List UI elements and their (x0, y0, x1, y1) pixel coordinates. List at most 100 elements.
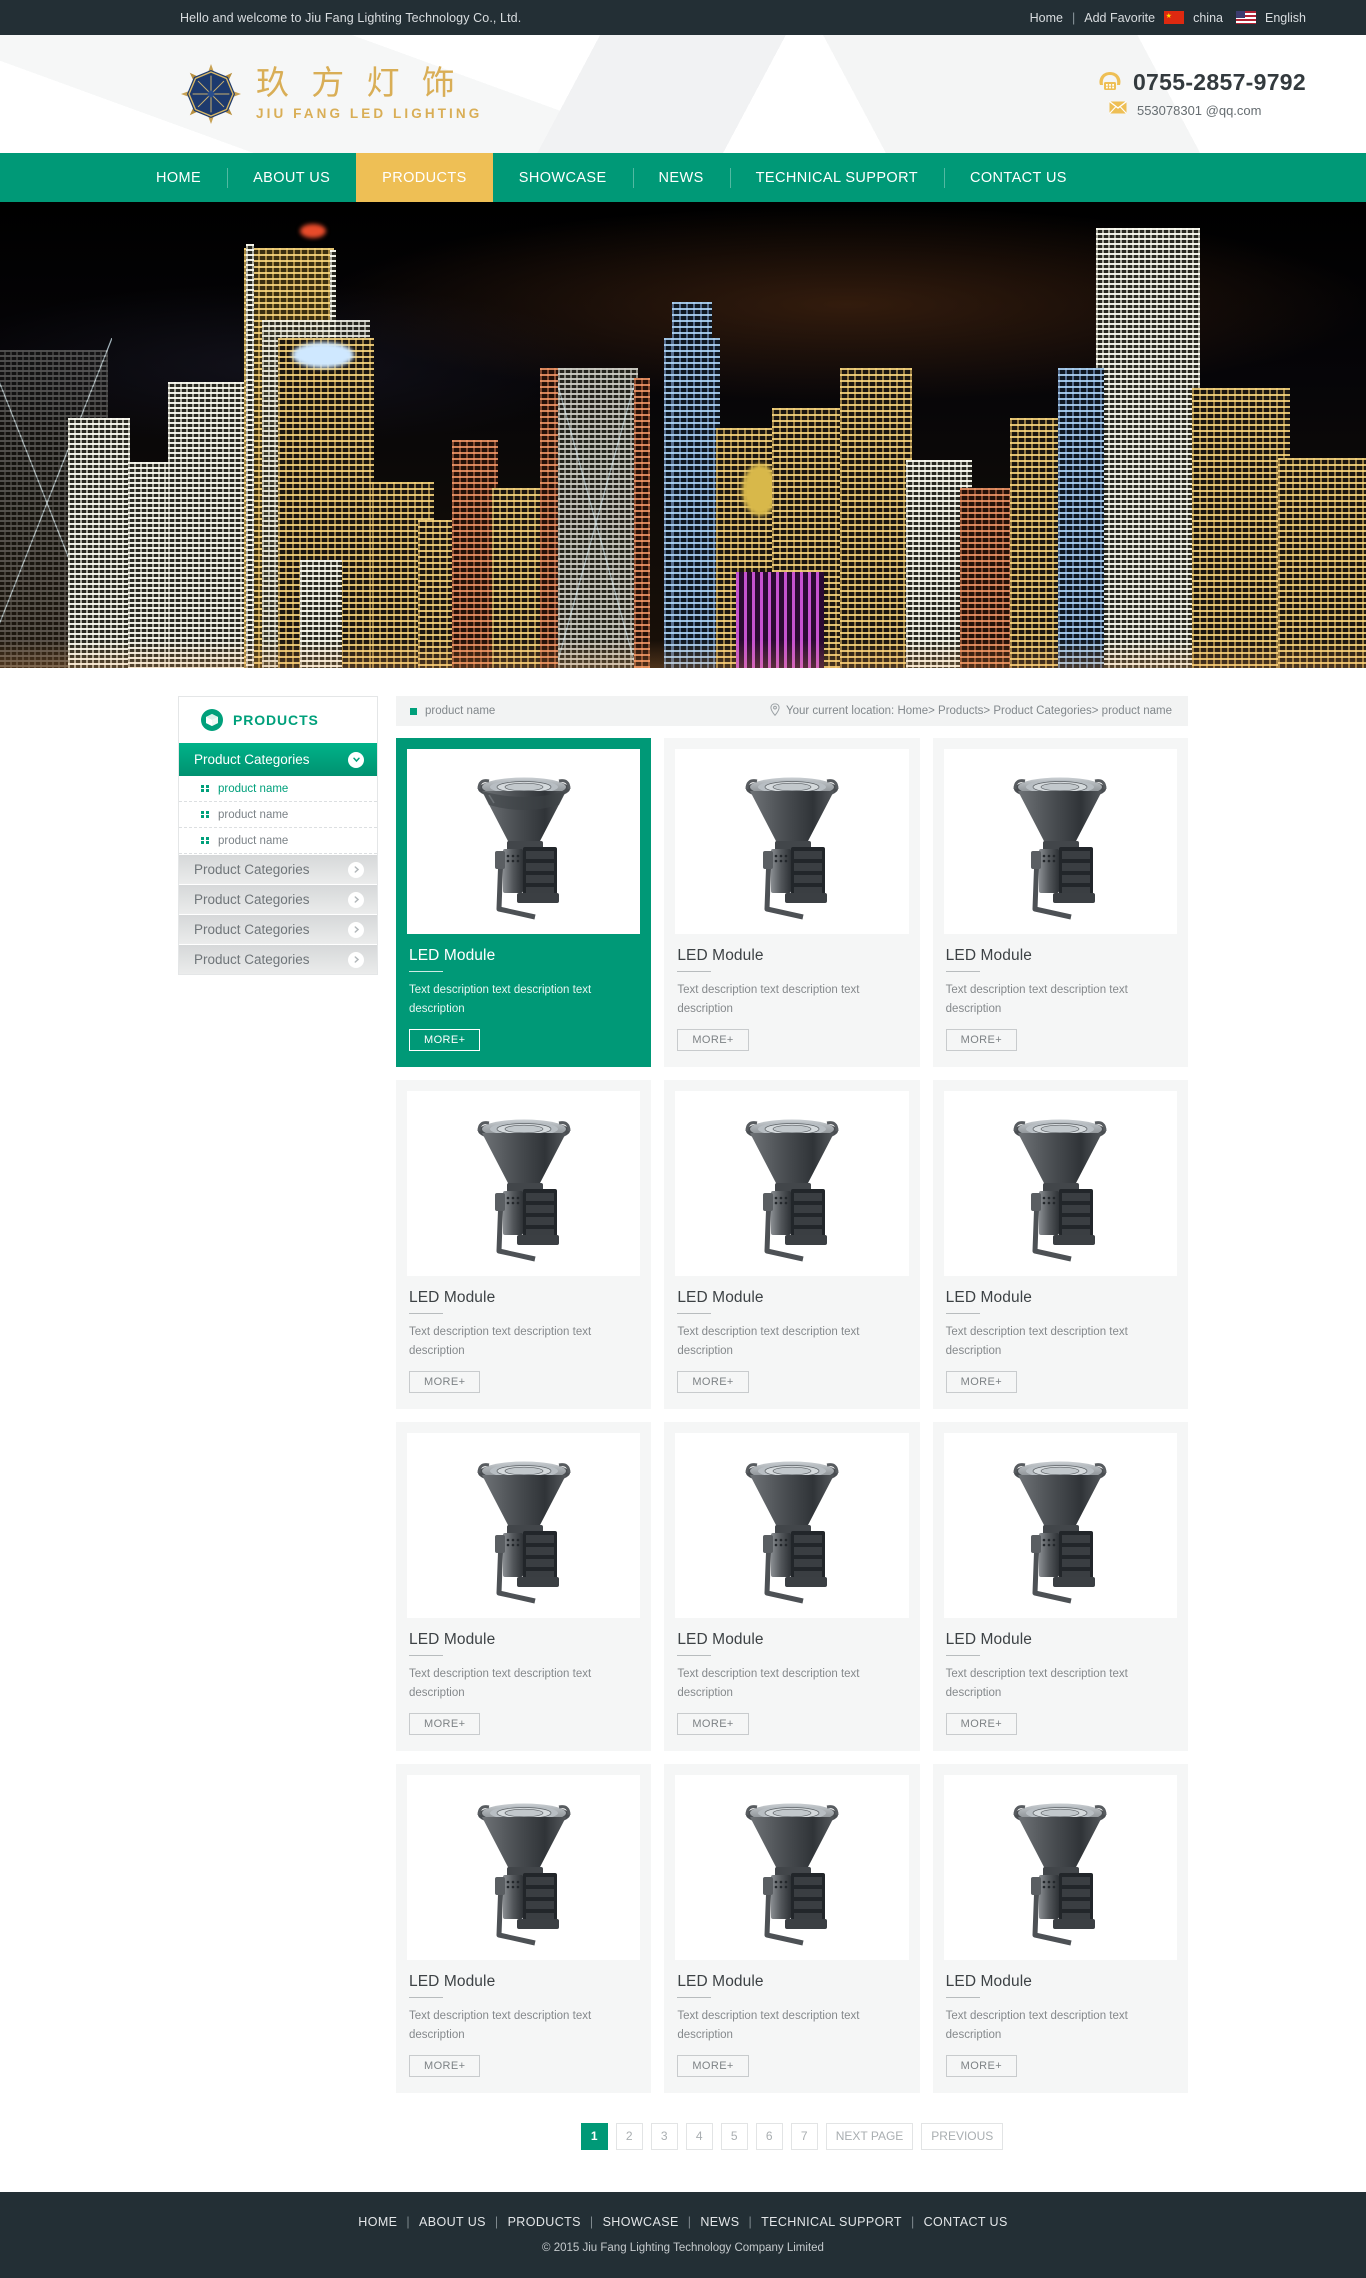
page-body: PRODUCTS Product Categories product name… (0, 668, 1366, 2192)
nav-item-about-us[interactable]: ABOUT US (227, 153, 356, 202)
product-card[interactable]: LED Module Text description text descrip… (664, 1763, 920, 2093)
logo-star-icon (180, 63, 242, 125)
sidebar-active-category-label: Product Categories (194, 752, 310, 767)
product-card[interactable]: LED Module Text description text descrip… (932, 738, 1188, 1067)
sidebar-category-label: Product Categories (194, 862, 310, 877)
usa-flag-icon[interactable] (1236, 11, 1256, 24)
more-button[interactable]: MORE+ (409, 1028, 481, 1051)
banner-foreground-glow (0, 640, 1366, 668)
nav-item-contact-us[interactable]: CONTACT US (943, 153, 1093, 202)
page-button-5[interactable]: 5 (720, 2122, 748, 2150)
more-button[interactable]: MORE+ (677, 1028, 749, 1051)
page-button-1[interactable]: 1 (580, 2122, 608, 2150)
page-button-6[interactable]: 6 (755, 2122, 783, 2150)
product-card[interactable]: LED Module Text description text descrip… (396, 1079, 652, 1409)
product-title: LED Module (677, 1630, 764, 1648)
product-image (675, 1090, 909, 1276)
banner-building (672, 302, 712, 668)
square-marker-icon (410, 707, 417, 715)
product-description: Text description text description text d… (409, 1667, 592, 1699)
breadcrumb-page-label: product name (425, 705, 496, 717)
product-image (407, 1432, 641, 1618)
product-card[interactable]: LED Module Text description text descrip… (664, 1421, 920, 1751)
pagination: 1 2 3 4 5 6 7 NEXT PAGE PREVIOUS (396, 2122, 1188, 2150)
nav-item-technical-support[interactable]: TECHNICAL SUPPORT (729, 153, 944, 202)
more-button[interactable]: MORE+ (945, 1370, 1018, 1393)
sidebar-category-3[interactable]: Product Categories (179, 915, 377, 944)
more-button[interactable]: MORE+ (677, 2054, 749, 2077)
page-button-7[interactable]: 7 (790, 2122, 818, 2150)
chevron-right-icon (348, 921, 364, 938)
more-button[interactable]: MORE+ (409, 1712, 481, 1735)
footer-link-showcase[interactable]: SHOWCASE (594, 2215, 688, 2229)
product-description: Text description text description text d… (409, 984, 592, 1015)
footer-link-about-us[interactable]: ABOUT US (410, 2215, 495, 2229)
sidebar-subitem-product-name-2[interactable]: product name (179, 802, 377, 828)
footer-link-contact-us[interactable]: CONTACT US (915, 2215, 1017, 2229)
more-button[interactable]: MORE+ (409, 1370, 481, 1393)
nav-item-news[interactable]: NEWS (632, 153, 730, 202)
product-description: Text description text description text d… (677, 1667, 860, 1699)
products-content: product name Your current location: Home… (396, 696, 1188, 2150)
product-description: Text description text description text d… (409, 1325, 592, 1357)
led-floodlight-illustration (477, 1119, 571, 1262)
product-card[interactable]: LED Module Text description text descrip… (664, 738, 920, 1067)
product-card[interactable]: LED Module Text description text descrip… (396, 1763, 652, 2093)
title-underline (409, 1654, 443, 1656)
product-image (943, 749, 1177, 934)
sidebar-active-category[interactable]: Product Categories (179, 743, 377, 776)
title-underline (677, 1312, 712, 1314)
lang-english-link[interactable]: English (1265, 11, 1306, 25)
sidebar-subitem-product-name-1[interactable]: product name (179, 776, 377, 802)
product-description: Text description text description text d… (945, 2009, 1128, 2041)
chevron-right-icon (348, 951, 364, 968)
product-title: LED Module (409, 947, 496, 964)
product-card[interactable]: LED Module Text description text descrip… (932, 1763, 1188, 2093)
more-button[interactable]: MORE+ (677, 1712, 749, 1735)
more-button[interactable]: MORE+ (945, 1712, 1018, 1735)
page-button-4[interactable]: 4 (685, 2122, 713, 2150)
sidebar-subitem-label: product name (218, 782, 289, 795)
more-button[interactable]: MORE+ (409, 2054, 481, 2077)
sidebar-subitem-product-name-3[interactable]: product name (179, 828, 377, 854)
led-floodlight-illustration (1013, 1803, 1107, 1946)
previous-page-button[interactable]: PREVIOUS (921, 2122, 1004, 2150)
sidebar-category-1[interactable]: Product Categories (179, 855, 377, 884)
product-card[interactable]: LED Module Text description text descrip… (932, 1079, 1188, 1409)
sidebar-category-2[interactable]: Product Categories (179, 885, 377, 914)
add-favorite-link[interactable]: Add Favorite (1084, 11, 1155, 25)
home-link[interactable]: Home (1030, 11, 1063, 25)
product-card[interactable]: LED Module Text description text descrip… (396, 738, 652, 1067)
product-title: LED Module (945, 1288, 1032, 1306)
footer-link-products[interactable]: PRODUCTS (499, 2215, 590, 2229)
china-flag-icon[interactable] (1164, 10, 1185, 24)
footer-link-home[interactable]: HOME (349, 2215, 406, 2229)
page-button-3[interactable]: 3 (650, 2122, 678, 2150)
site-logo[interactable]: 玖 方 灯 饰 JIU FANG LED LIGHTING (180, 63, 482, 125)
product-card[interactable]: LED Module Text description text descrip… (932, 1421, 1188, 1751)
led-floodlight-illustration (745, 777, 839, 920)
sidebar-subitem-label: product name (218, 834, 289, 847)
footer-link-technical-support[interactable]: TECHNICAL SUPPORT (752, 2215, 911, 2229)
more-button[interactable]: MORE+ (677, 1370, 749, 1393)
next-page-button[interactable]: NEXT PAGE (825, 2122, 914, 2150)
nav-item-showcase[interactable]: SHOWCASE (493, 153, 633, 202)
product-card[interactable]: LED Module Text description text descrip… (664, 1079, 920, 1409)
sidebar-subitem-label: product name (218, 808, 289, 821)
title-underline (677, 971, 712, 972)
header-contact-info: 0755-2857-9792 553078301 @qq.com (1097, 69, 1306, 119)
footer-link-news[interactable]: NEWS (691, 2215, 748, 2229)
more-button[interactable]: MORE+ (945, 1028, 1018, 1051)
nav-item-home[interactable]: HOME (130, 153, 227, 202)
product-card[interactable]: LED Module Text description text descrip… (396, 1421, 652, 1751)
page-button-2[interactable]: 2 (615, 2122, 643, 2150)
sidebar-category-4[interactable]: Product Categories (179, 945, 377, 974)
nav-item-products[interactable]: PRODUCTS (356, 153, 493, 202)
lang-china-link[interactable]: china (1193, 11, 1223, 25)
product-title: LED Module (677, 1972, 764, 1990)
led-floodlight-illustration (1013, 1461, 1107, 1604)
banner-building (1192, 388, 1290, 668)
grid-dots-icon (201, 836, 209, 845)
banner-building (1096, 228, 1200, 668)
more-button[interactable]: MORE+ (945, 2054, 1018, 2077)
